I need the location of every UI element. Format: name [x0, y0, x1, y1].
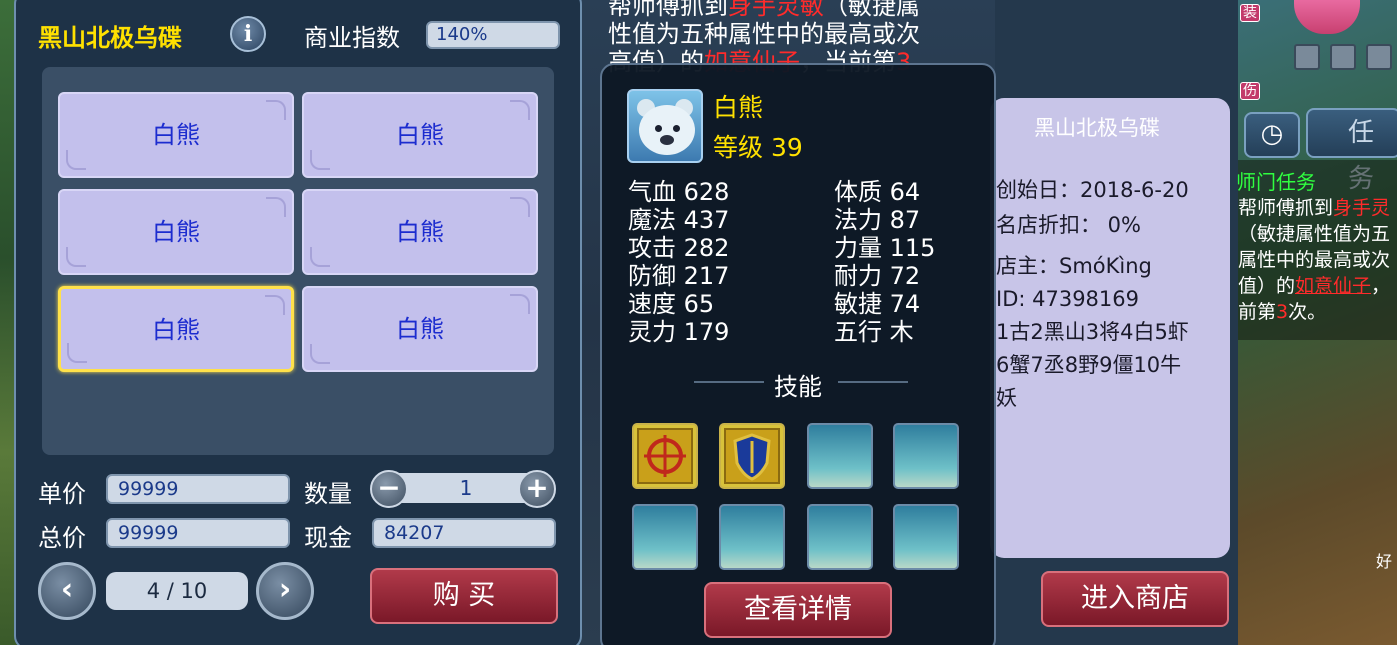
empty-skill-slot[interactable]: [807, 504, 873, 570]
quest-tracker-line: 属性中的最高或次: [1238, 249, 1391, 271]
plus-icon[interactable]: +: [518, 470, 556, 508]
stats-right-column: 体质 64 法力 87 力量 115 耐力 72 敏捷 74 五行 木: [834, 178, 936, 346]
pet-slot[interactable]: 白熊: [302, 286, 538, 372]
pet-slot-selected[interactable]: 白熊: [58, 286, 294, 372]
minus-icon[interactable]: −: [370, 470, 408, 508]
quest-tracker-line: 值）的如意仙子，: [1238, 275, 1391, 297]
task-tab-button[interactable]: 任务: [1306, 108, 1397, 194]
shop-owner: 店主：SmóKìng: [996, 254, 1152, 278]
shop-created-date: 创始日：2018-6-20: [996, 178, 1189, 202]
reticle-skill-icon[interactable]: [632, 423, 698, 489]
polar-bear-avatar: [627, 89, 703, 163]
shop-ranking-line: 1古2黑山3将4白5虾: [996, 320, 1189, 344]
empty-skill-slot[interactable]: [719, 504, 785, 570]
business-index-label: 商业指数: [304, 24, 400, 52]
skills-title: 技能: [774, 373, 822, 401]
empty-skill-slot[interactable]: [807, 423, 873, 489]
pet-slot[interactable]: 白熊: [302, 189, 538, 275]
quest-tracker-line: （敏捷属性值为五: [1238, 223, 1391, 245]
pet-slot[interactable]: 白熊: [302, 92, 538, 178]
buy-button[interactable]: 购 买: [370, 568, 558, 624]
shop-discount: 名店折扣： 0%: [996, 213, 1141, 237]
shop-title: 黑山北极乌碟: [38, 24, 182, 52]
equip-tag[interactable]: 装: [1240, 2, 1260, 22]
pet-slot[interactable]: 白熊: [58, 189, 294, 275]
divider: [838, 381, 908, 383]
business-index-value: 140%: [426, 21, 560, 49]
quest-tracker-line: 前第3次。: [1238, 301, 1327, 323]
empty-skill-slot[interactable]: [893, 504, 959, 570]
unit-price-field: 99999: [106, 474, 290, 504]
page-indicator: 4 / 10: [106, 572, 248, 610]
pet-status-icon[interactable]: [1330, 44, 1356, 70]
divider: [694, 381, 764, 383]
quantity-label: 数量: [304, 480, 352, 508]
quest-tracker-title: 师门任务: [1236, 170, 1316, 194]
shop-card-title: 黑山北极乌碟: [1034, 116, 1160, 140]
enter-shop-button[interactable]: 进入商店: [1041, 571, 1229, 627]
hud-corner-label: 好: [1376, 552, 1393, 571]
shop-ranking-line: 妖: [996, 386, 1017, 410]
shop-ranking-line: 6蟹7丞8野9僵10牛: [996, 353, 1182, 377]
heart-status-icon[interactable]: [1294, 44, 1320, 70]
previous-page-button[interactable]: ‹: [38, 562, 96, 620]
unit-price-label: 单价: [38, 480, 86, 508]
pet-level: 等级 39: [713, 133, 803, 162]
clock-icon[interactable]: ◷: [1244, 112, 1300, 158]
pet-slot[interactable]: 白熊: [58, 92, 294, 178]
character-status-icon[interactable]: [1366, 44, 1392, 70]
shield-skill-icon[interactable]: [719, 423, 785, 489]
shop-id: ID: 47398169: [996, 287, 1140, 311]
total-price-field: 99999: [106, 518, 290, 548]
quest-tracker-line: 帮师傅抓到身手灵: [1238, 197, 1391, 219]
next-page-button[interactable]: ›: [256, 562, 314, 620]
cash-field: 84207: [372, 518, 556, 548]
injury-tag[interactable]: 伤: [1240, 80, 1260, 100]
empty-skill-slot[interactable]: [893, 423, 959, 489]
view-details-button[interactable]: 查看详情: [704, 582, 892, 638]
cash-label: 现金: [304, 524, 352, 552]
empty-skill-slot[interactable]: [632, 504, 698, 570]
stats-left-column: 气血 628 魔法 437 攻击 282 防御 217 速度 65 灵力 179: [628, 178, 730, 346]
pet-name: 白熊: [713, 93, 764, 122]
total-price-label: 总价: [38, 524, 86, 552]
info-icon[interactable]: i: [230, 16, 266, 52]
